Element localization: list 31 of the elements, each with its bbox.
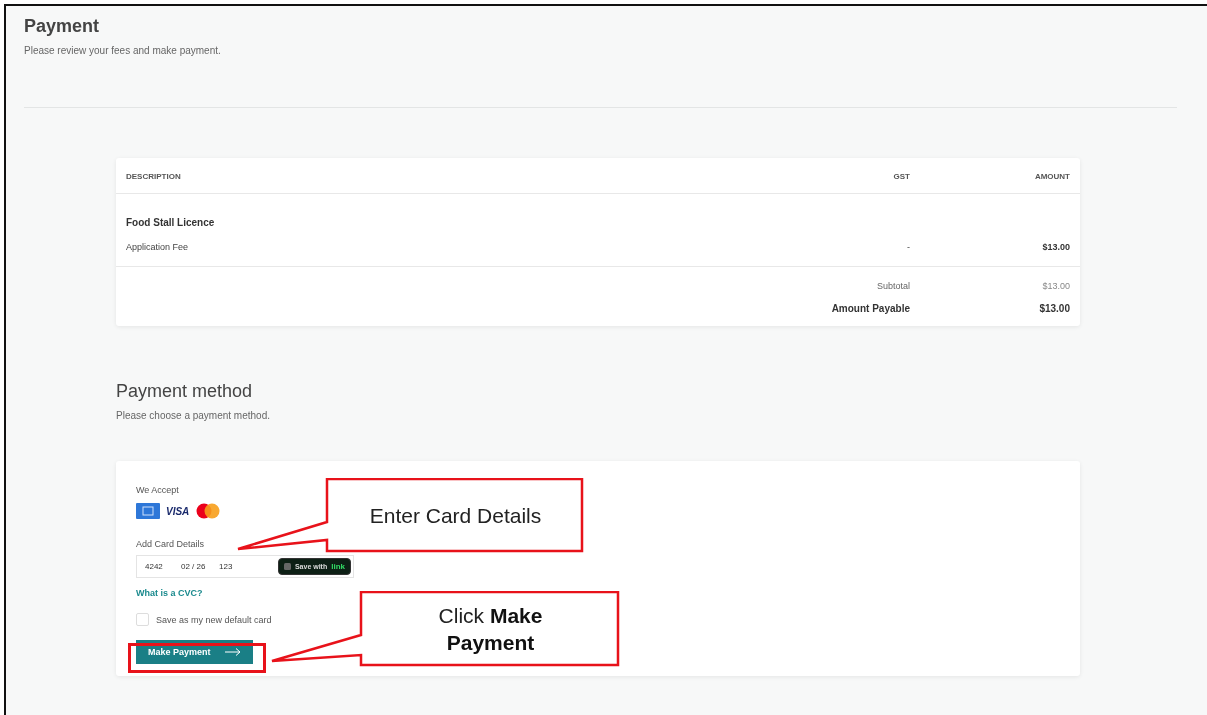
section-subtitle: Please choose a payment method.	[116, 410, 270, 421]
page-title: Payment	[24, 16, 100, 37]
fee-group-title: Food Stall Licence	[126, 217, 215, 228]
callout-text: Enter Card Details	[369, 502, 542, 529]
fee-amount: $13.00	[1041, 242, 1070, 252]
accepted-label: We Accept	[136, 485, 179, 495]
column-header: GST	[892, 172, 910, 181]
callout-text: Click Make Payment	[437, 602, 544, 656]
column-header: DESCRIPTION	[126, 172, 182, 181]
total-value: $13.00	[1038, 303, 1070, 314]
cvc-field[interactable]: 123	[219, 562, 249, 571]
total-value: $13.00	[1041, 281, 1070, 291]
cvc-help-link[interactable]: What is a CVC?	[136, 588, 203, 598]
fee-description: Application Fee	[126, 242, 190, 252]
card-number-field[interactable]: 4242	[145, 562, 175, 571]
default-card-checkbox[interactable]	[136, 613, 149, 626]
checkbox-icon	[283, 563, 291, 570]
column-header: AMOUNT	[1033, 172, 1070, 181]
visa-logo: VISA	[166, 505, 190, 517]
make-payment-button[interactable]: Make Payment	[136, 640, 253, 664]
default-card-label: Save as my new default card	[156, 614, 272, 625]
total-label: Subtotal	[875, 281, 910, 291]
gst-value: -	[906, 242, 910, 252]
expiry-field[interactable]: 02 / 26	[181, 562, 213, 571]
arrow-icon	[224, 648, 241, 656]
page-subtitle: Please review your fees and make payment.	[24, 45, 221, 56]
section-title: Payment method	[116, 381, 253, 402]
card-details-label: Add Card Details	[136, 539, 205, 549]
amex-card-icon	[136, 503, 160, 519]
mastercard-icon	[195, 503, 222, 519]
total-label: Amount Payable	[830, 303, 910, 314]
